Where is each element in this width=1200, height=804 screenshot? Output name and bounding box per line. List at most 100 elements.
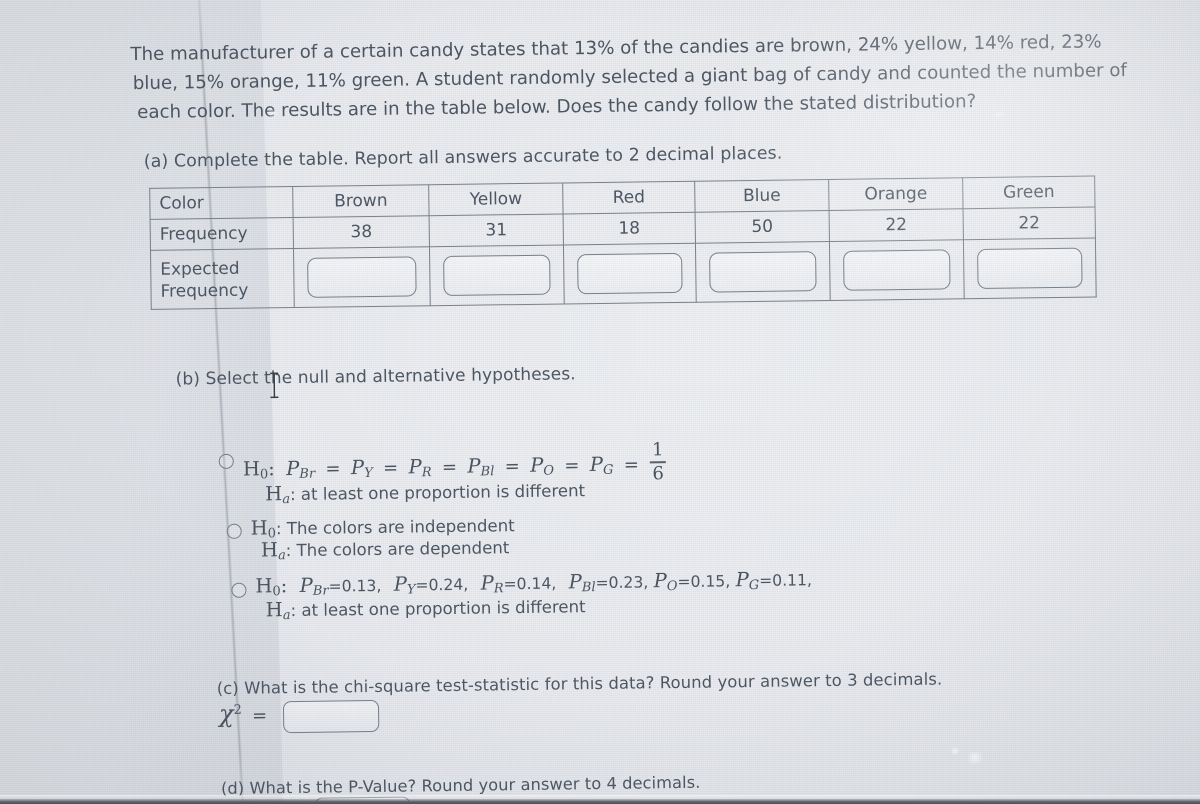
opt1-term2-sub: R [421,465,432,481]
table-cell-frequency-yellow: 31 [429,213,564,247]
row-header-expected-line1: Expected [160,258,240,280]
expected-cell-brown [293,246,431,308]
opt1-term3-sym: P [467,454,481,478]
frequency-table: Color Brown Yellow Red Blue Orange Green… [149,176,1097,310]
chi-superscript: 2 [233,702,242,718]
opt1-term5-sym: P [589,452,604,476]
opt1-ha-sub: a [282,492,291,508]
expected-input-yellow[interactable] [442,254,551,297]
screen-bottom-bezel [0,799,1200,804]
radio-button-independence[interactable] [226,523,242,539]
chi-square-input[interactable] [283,699,380,733]
table-cell-color-red: Red [562,181,696,214]
opt3-p1-sub: Y [406,582,416,598]
opt1-term1-sym: P [350,455,365,480]
table-cell-frequency-green: 22 [963,207,1096,240]
table-cell-frequency-brown: 38 [293,215,430,249]
expected-cell-blue [695,241,831,303]
table-cell-color-green: Green [962,176,1096,209]
opt3-p0-val: =0.13, [328,576,382,596]
expected-input-green[interactable] [976,247,1083,290]
opt3-p5-sub: G [748,577,760,594]
opt1-term0-sym: P [286,456,300,480]
fraction-denominator: 6 [652,463,664,485]
opt1-term1-sub: Y [364,465,373,481]
opt3-p3-val: =0.23, [595,573,649,593]
row-header-expected-line2: Frequency [160,280,249,302]
opt3-p5-val: =0.11, [759,571,813,590]
opt3-p2-val: =0.14, [503,574,557,594]
expected-cell-green [963,238,1097,299]
opt2-h0-label: H [250,516,268,540]
opt1-term3-sub: Bl [480,464,495,480]
opt3-p4-sym: P [653,569,667,593]
expected-input-orange[interactable] [842,249,951,291]
chi-equals-sign: = [251,705,268,727]
opt3-p0-sym: P [299,573,313,597]
expected-input-brown[interactable] [307,256,417,298]
expected-cell-red [563,243,697,304]
opt3-p4-sub: O [666,579,678,595]
opt1-term2-sym: P [408,455,422,479]
opt2-ha-label: H [260,538,279,562]
opt3-p3-sub: Bl [581,580,596,596]
opt1-op-4: = [564,455,580,477]
row-header-frequency: Frequency [150,217,294,251]
row-header-color: Color [149,186,294,220]
opt3-p2-sym: P [480,571,494,595]
opt1-ha-label: H [265,482,283,506]
part-a-prompt: (a) Complete the table. Report all answe… [143,143,783,172]
opt3-p3-sym: P [568,570,582,594]
opt3-h0-colon: : [280,574,288,598]
opt1-op-1: = [382,457,399,479]
expected-cell-yellow [429,244,565,306]
homework-page: The manufacturer of a certain candy stat… [0,0,1200,804]
fraction-one-sixth: 1 6 [649,439,667,485]
opt1-op-5: = [623,454,640,476]
opt3-ha-sub: a [282,608,291,624]
part-b-prompt: (b) Select the null and alternative hypo… [175,364,576,390]
row-header-expected-frequency: Expected Frequency [150,248,295,310]
opt1-term0-sub: Br [299,466,316,482]
opt1-term4-sym: P [529,453,544,477]
expected-input-blue[interactable] [708,251,817,293]
opt2-ha-text: : The colors are dependent [285,538,510,561]
opt1-op-0: = [325,458,341,480]
table-cell-frequency-orange: 22 [829,208,964,242]
table-cell-frequency-blue: 50 [695,210,830,244]
expected-cell-orange [829,239,965,301]
fraction-numerator: 1 [651,439,664,461]
opt3-ha-text: : at least one proportion is different [290,597,586,621]
chi-square-answer-row: χ2 = [219,698,380,734]
expected-input-red[interactable] [576,252,683,295]
opt3-h0-label: H [255,574,273,598]
table-cell-color-orange: Orange [828,177,964,211]
table-cell-color-blue: Blue [694,179,830,213]
problem-statement: The manufacturer of a certain candy stat… [130,27,1127,127]
opt3-p1-sym: P [393,572,408,596]
opt1-ha-text: : at least one proportion is different [289,481,586,505]
opt3-p1-val: =0.24, [415,575,469,595]
part-c-prompt: (c) What is the chi-square test-statisti… [216,669,943,699]
opt3-p0-sub: Br [312,583,329,599]
opt1-op-2: = [441,456,458,478]
opt3-p2-sub: R [493,581,504,597]
opt3-p5-sym: P [735,568,749,592]
opt1-term5-sub: G [602,462,614,478]
opt1-term4-sub: O [543,463,555,479]
opt3-ha-label: H [265,598,283,622]
table-cell-color-brown: Brown [292,184,430,218]
table-row-expected-frequency: Expected Frequency [150,238,1097,310]
opt1-op-3: = [504,455,520,478]
opt1-h0-label: H [242,457,261,481]
opt1-h0-colon: : [268,457,275,481]
chi-symbol: χ [218,699,234,729]
opt2-ha-sub: a [277,548,286,564]
radio-button-equal-proportions[interactable] [218,453,234,469]
radio-button-stated-proportions[interactable] [231,582,247,598]
table-cell-color-yellow: Yellow [428,182,564,216]
opt3-p4-val: =0.15, [677,572,731,592]
screen-photo: The manufacturer of a certain candy stat… [0,0,1200,804]
table-cell-frequency-red: 18 [563,212,696,245]
frequency-table-wrapper: Color Brown Yellow Red Blue Orange Green… [149,176,1097,310]
